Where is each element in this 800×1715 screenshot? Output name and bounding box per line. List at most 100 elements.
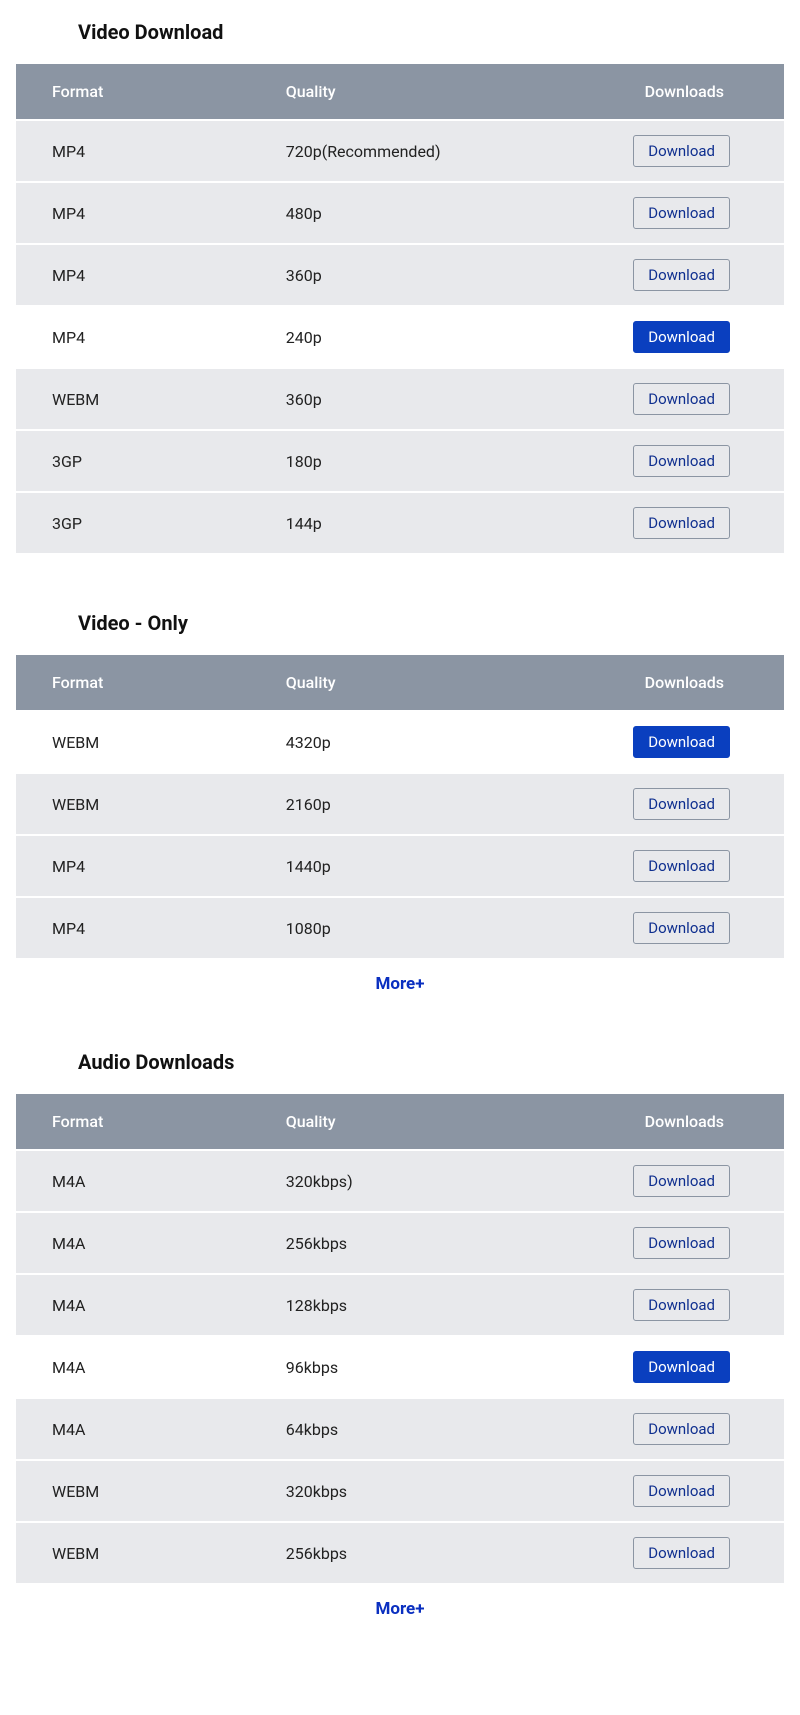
download-button[interactable]: Download	[633, 1351, 730, 1383]
cell-quality: 256kbps	[262, 1523, 569, 1583]
table-row: WEBM360pDownload	[16, 369, 784, 429]
cell-download: Download	[569, 1213, 784, 1273]
table-row: WEBM4320p Download	[16, 712, 784, 772]
cell-download: Download	[569, 836, 784, 896]
table-row: MP4720p(Recommended) Download	[16, 121, 784, 181]
cell-download: Download	[569, 431, 784, 491]
cell-format: 3GP	[16, 431, 262, 491]
download-button[interactable]: Download	[633, 850, 730, 882]
cell-format: WEBM	[16, 712, 262, 772]
cell-download: Download	[569, 1151, 784, 1211]
table-row: WEBM256kbps Download	[16, 1523, 784, 1583]
download-section: Video - OnlyFormatQualityDownloadsWEBM43…	[16, 611, 784, 994]
download-button[interactable]: Download	[633, 1289, 730, 1321]
header-format: Format	[16, 655, 262, 710]
cell-quality: 128kbps	[262, 1275, 569, 1335]
cell-format: MP4	[16, 898, 262, 958]
cell-download: Download	[569, 1461, 784, 1521]
cell-quality: 320kbps)	[262, 1151, 569, 1211]
cell-format: WEBM	[16, 1523, 262, 1583]
cell-quality: 144p	[262, 493, 569, 553]
cell-format: MP4	[16, 836, 262, 896]
section-title: Video Download	[78, 20, 784, 44]
cell-quality: 240p	[262, 307, 569, 367]
cell-download: Download	[569, 1399, 784, 1459]
download-button[interactable]: Download	[633, 912, 730, 944]
table-row: MP41080p Download	[16, 898, 784, 958]
table-row: WEBM2160p Download	[16, 774, 784, 834]
cell-format: M4A	[16, 1337, 262, 1397]
table-row: M4A96kbps Download	[16, 1337, 784, 1397]
cell-download: Download	[569, 898, 784, 958]
table-row: MP4360p Download	[16, 245, 784, 305]
download-table: FormatQualityDownloadsMP4720p(Recommende…	[16, 62, 784, 555]
cell-format: WEBM	[16, 774, 262, 834]
cell-download: Download	[569, 121, 784, 181]
cell-download: Download	[569, 712, 784, 772]
cell-download: Download	[569, 1523, 784, 1583]
cell-download: Download	[569, 1337, 784, 1397]
cell-download: Download	[569, 307, 784, 367]
download-button[interactable]: Download	[633, 1413, 730, 1445]
table-row: M4A128kbps Download	[16, 1275, 784, 1335]
cell-format: MP4	[16, 121, 262, 181]
cell-format: WEBM	[16, 1461, 262, 1521]
table-row: M4A64kbpsDownload	[16, 1399, 784, 1459]
download-table: FormatQualityDownloadsM4A320kbps)Downloa…	[16, 1092, 784, 1585]
cell-quality: 2160p	[262, 774, 569, 834]
more-link[interactable]: More+	[16, 1599, 784, 1619]
cell-download: Download	[569, 183, 784, 243]
header-quality: Quality	[262, 1094, 569, 1149]
section-title: Video - Only	[78, 611, 784, 635]
download-section: Video DownloadFormatQualityDownloadsMP47…	[16, 20, 784, 555]
download-table: FormatQualityDownloadsWEBM4320pDownloadW…	[16, 653, 784, 960]
table-row: MP4240p Download	[16, 307, 784, 367]
cell-download: Download	[569, 1275, 784, 1335]
download-button[interactable]: Download	[633, 135, 730, 167]
table-row: M4A320kbps) Download	[16, 1151, 784, 1211]
header-format: Format	[16, 1094, 262, 1149]
download-button[interactable]: Download	[633, 197, 730, 229]
cell-format: M4A	[16, 1151, 262, 1211]
cell-format: M4A	[16, 1213, 262, 1273]
cell-download: Download	[569, 369, 784, 429]
cell-quality: 320kbps	[262, 1461, 569, 1521]
header-downloads: Downloads	[569, 64, 784, 119]
cell-format: MP4	[16, 307, 262, 367]
table-row: MP4480pDownload	[16, 183, 784, 243]
cell-quality: 360p	[262, 245, 569, 305]
cell-quality: 1080p	[262, 898, 569, 958]
header-quality: Quality	[262, 655, 569, 710]
cell-download: Download	[569, 245, 784, 305]
cell-quality: 720p(Recommended)	[262, 121, 569, 181]
download-button[interactable]: Download	[633, 726, 730, 758]
download-button[interactable]: Download	[633, 1475, 730, 1507]
more-link[interactable]: More+	[16, 974, 784, 994]
download-button[interactable]: Download	[633, 259, 730, 291]
cell-quality: 480p	[262, 183, 569, 243]
header-downloads: Downloads	[569, 1094, 784, 1149]
download-button[interactable]: Download	[633, 1227, 730, 1259]
cell-quality: 256kbps	[262, 1213, 569, 1273]
table-row: MP41440p Download	[16, 836, 784, 896]
table-row: WEBM320kbps Download	[16, 1461, 784, 1521]
download-button[interactable]: Download	[633, 1537, 730, 1569]
cell-quality: 96kbps	[262, 1337, 569, 1397]
cell-download: Download	[569, 493, 784, 553]
download-button[interactable]: Download	[633, 383, 730, 415]
download-button[interactable]: Download	[633, 788, 730, 820]
table-row: 3GP144pDownload	[16, 493, 784, 553]
table-row: 3GP180p Download	[16, 431, 784, 491]
cell-format: MP4	[16, 245, 262, 305]
cell-format: M4A	[16, 1275, 262, 1335]
cell-quality: 4320p	[262, 712, 569, 772]
cell-quality: 360p	[262, 369, 569, 429]
download-button[interactable]: Download	[633, 1165, 730, 1197]
download-button[interactable]: Download	[633, 445, 730, 477]
cell-quality: 180p	[262, 431, 569, 491]
table-row: M4A256kbps Download	[16, 1213, 784, 1273]
cell-quality: 1440p	[262, 836, 569, 896]
download-button[interactable]: Download	[633, 507, 730, 539]
download-button[interactable]: Download	[633, 321, 730, 353]
section-title: Audio Downloads	[78, 1050, 784, 1074]
